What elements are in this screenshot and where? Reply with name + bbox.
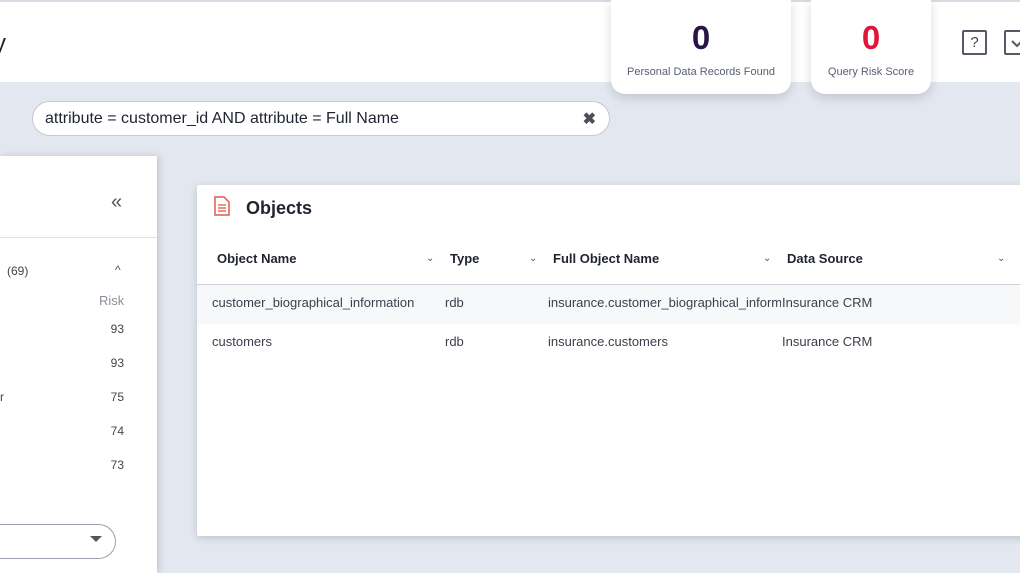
sidebar-group-count: (69) — [7, 264, 29, 278]
sidebar-risk-row[interactable]: 93 — [0, 356, 157, 376]
cell-full-object-name: insurance.customer_biographical_informat… — [548, 295, 781, 310]
sidebar-risk-value: 75 — [110, 390, 124, 404]
sidebar-risk-row[interactable]: 93 — [0, 322, 157, 342]
risk-column-header: Risk — [99, 293, 125, 308]
cell-data-source: Insurance CRM — [782, 295, 873, 310]
table-row[interactable]: customer_biographical_information rdb in… — [197, 285, 1020, 324]
objects-card: Objects Object Name ⌄ Type ⌄ Full Object… — [197, 185, 1020, 536]
kpi-risk-label: Query Risk Score — [827, 66, 915, 78]
search-query-text[interactable]: attribute = customer_id AND attribute = … — [45, 110, 399, 128]
cell-object-name: customer_biographical_information — [212, 295, 415, 310]
sidebar-risk-value: 74 — [110, 424, 124, 438]
cell-type: rdb — [445, 334, 464, 349]
cell-type: rdb — [445, 295, 464, 310]
chevron-down-icon[interactable]: ⌄ — [529, 253, 537, 264]
chevron-down-icon[interactable]: ⌄ — [763, 253, 771, 264]
sidebar-risk-row[interactable]: 73 — [0, 458, 157, 478]
sidebar-risk-value: 73 — [110, 458, 124, 472]
clear-search-icon[interactable]: ✖ — [583, 109, 596, 129]
caret-down-icon — [90, 536, 102, 542]
cell-object-name: customers — [212, 334, 272, 349]
kpi-records-label: Personal Data Records Found — [627, 66, 775, 78]
kpi-query-risk-score: 0 Query Risk Score — [811, 0, 931, 94]
kpi-records-value: 0 — [691, 19, 711, 56]
chevron-down-icon[interactable]: ⌄ — [997, 253, 1005, 264]
sidebar-divider — [0, 237, 157, 238]
collapse-sidebar-icon[interactable]: « — [111, 192, 122, 212]
cell-full-object-name: insurance.customers — [548, 334, 668, 349]
page-title: y — [0, 30, 6, 57]
column-header-full-object-name[interactable]: Full Object Name — [553, 251, 659, 266]
objects-title: Objects — [246, 198, 313, 218]
filter-sidebar: « (69) ^ Risk 93 93 r 75 74 73 — [0, 156, 157, 573]
chevron-up-icon[interactable]: ^ — [115, 263, 121, 277]
column-header-object-name[interactable]: Object Name — [217, 251, 296, 266]
sidebar-risk-value: 93 — [110, 356, 124, 370]
help-icon[interactable]: ? — [962, 30, 987, 55]
sidebar-risk-value: 93 — [110, 322, 124, 336]
table-row[interactable]: customers rdb insurance.customers Insura… — [197, 324, 1020, 363]
kpi-personal-data-records: 0 Personal Data Records Found — [611, 0, 791, 94]
search-input[interactable]: attribute = customer_id AND attribute = … — [32, 101, 610, 136]
cell-data-source: Insurance CRM — [782, 334, 873, 349]
column-header-type[interactable]: Type — [450, 251, 479, 266]
document-icon — [214, 196, 230, 221]
chevron-down-icon[interactable]: ⌄ — [426, 253, 434, 264]
export-icon[interactable] — [1004, 30, 1020, 55]
sidebar-dropdown[interactable] — [0, 524, 116, 559]
column-header-data-source[interactable]: Data Source — [787, 251, 863, 266]
sidebar-risk-row-label: r — [0, 390, 4, 404]
sidebar-risk-row[interactable]: 74 — [0, 424, 157, 444]
kpi-risk-value: 0 — [861, 19, 881, 56]
sidebar-risk-row[interactable]: r 75 — [0, 390, 157, 410]
